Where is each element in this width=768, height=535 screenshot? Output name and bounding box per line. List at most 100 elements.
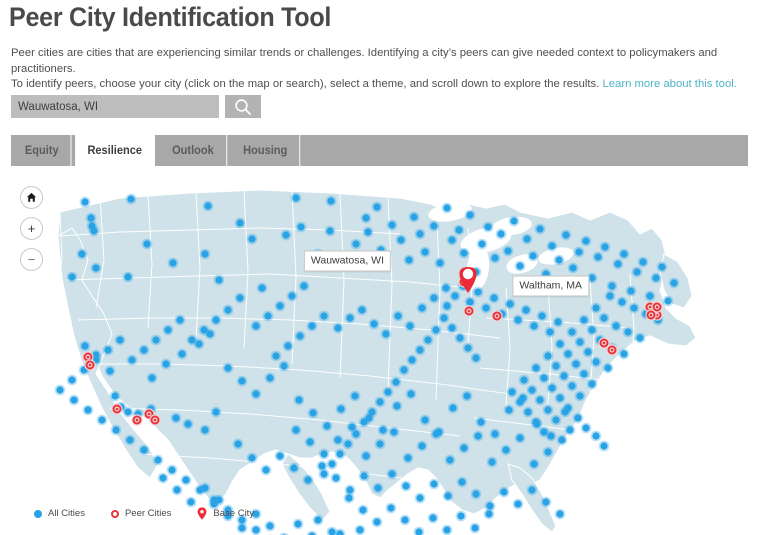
- city-dot[interactable]: [458, 478, 466, 486]
- city-dot[interactable]: [552, 362, 560, 370]
- city-dot[interactable]: [359, 506, 367, 514]
- city-dot[interactable]: [443, 526, 451, 534]
- city-dot[interactable]: [172, 414, 180, 422]
- city-dot[interactable]: [574, 414, 582, 422]
- city-dot[interactable]: [646, 292, 654, 300]
- city-dot[interactable]: [262, 466, 270, 474]
- city-dot[interactable]: [601, 243, 609, 251]
- city-dot[interactable]: [592, 358, 600, 366]
- city-dot[interactable]: [336, 450, 344, 458]
- city-dot[interactable]: [276, 452, 284, 460]
- city-dot[interactable]: [178, 350, 186, 358]
- city-dot[interactable]: [580, 370, 588, 378]
- city-dot[interactable]: [456, 334, 464, 342]
- city-dot[interactable]: [320, 450, 328, 458]
- city-dot[interactable]: [373, 203, 381, 211]
- city-dot[interactable]: [514, 316, 522, 324]
- city-dot[interactable]: [430, 222, 438, 230]
- city-dot[interactable]: [300, 282, 308, 290]
- city-dot[interactable]: [544, 352, 552, 360]
- city-dot[interactable]: [424, 336, 432, 344]
- city-dot[interactable]: [485, 510, 493, 518]
- city-dot[interactable]: [334, 436, 342, 444]
- city-dot[interactable]: [418, 304, 426, 312]
- city-dot[interactable]: [658, 263, 666, 271]
- city-dot[interactable]: [362, 214, 370, 222]
- city-dot[interactable]: [544, 406, 552, 414]
- city-dot[interactable]: [408, 356, 416, 364]
- city-dot[interactable]: [87, 214, 95, 222]
- city-dot[interactable]: [530, 460, 538, 468]
- city-dot[interactable]: [592, 432, 600, 440]
- city-dot[interactable]: [124, 273, 132, 281]
- city-dot[interactable]: [56, 386, 64, 394]
- city-dot[interactable]: [474, 288, 482, 296]
- city-dot[interactable]: [401, 516, 409, 524]
- city-dot[interactable]: [410, 213, 418, 221]
- city-dot[interactable]: [404, 454, 412, 462]
- city-dot[interactable]: [370, 320, 378, 328]
- city-dot[interactable]: [572, 360, 580, 368]
- city-dot[interactable]: [639, 258, 647, 266]
- city-dot[interactable]: [78, 250, 86, 258]
- city-dot[interactable]: [92, 264, 100, 272]
- city-dot[interactable]: [393, 402, 401, 410]
- us-map[interactable]: + − Wauwatosa, WI Waltham, MA All Cities…: [0, 168, 768, 535]
- city-dot[interactable]: [491, 254, 499, 262]
- city-dot[interactable]: [362, 452, 370, 460]
- city-dot[interactable]: [505, 406, 513, 414]
- city-dot[interactable]: [588, 274, 596, 282]
- city-dot[interactable]: [524, 408, 532, 416]
- city-dot[interactable]: [484, 223, 492, 231]
- tab-equity[interactable]: Equity: [12, 135, 72, 166]
- city-dot[interactable]: [236, 219, 244, 227]
- city-dot[interactable]: [124, 408, 132, 416]
- city-dot[interactable]: [81, 342, 89, 350]
- city-dot[interactable]: [606, 292, 614, 300]
- city-dot[interactable]: [528, 386, 536, 394]
- city-dot[interactable]: [514, 500, 522, 508]
- city-dot[interactable]: [234, 440, 242, 448]
- city-dot[interactable]: [592, 304, 600, 312]
- city-dot[interactable]: [176, 316, 184, 324]
- city-dot[interactable]: [466, 298, 474, 306]
- city-dot[interactable]: [506, 300, 514, 308]
- city-dot[interactable]: [440, 314, 448, 322]
- city-dot[interactable]: [392, 378, 400, 386]
- city-dot[interactable]: [276, 302, 284, 310]
- city-dot[interactable]: [477, 418, 485, 426]
- city-dot[interactable]: [382, 330, 390, 338]
- city-dot[interactable]: [390, 428, 398, 436]
- city-dot[interactable]: [670, 279, 678, 287]
- map-canvas[interactable]: [0, 168, 768, 535]
- city-dot[interactable]: [295, 396, 303, 404]
- city-dot[interactable]: [328, 460, 336, 468]
- city-dot[interactable]: [421, 416, 429, 424]
- city-dot[interactable]: [416, 346, 424, 354]
- city-dot[interactable]: [374, 484, 382, 492]
- city-dot[interactable]: [352, 430, 360, 438]
- city-dot[interactable]: [569, 264, 577, 272]
- city-dot[interactable]: [538, 312, 546, 320]
- city-dot[interactable]: [314, 516, 322, 524]
- city-dot[interactable]: [384, 388, 392, 396]
- city-dot[interactable]: [266, 374, 274, 382]
- city-dot[interactable]: [337, 405, 345, 413]
- city-dot[interactable]: [520, 376, 528, 384]
- city-dot[interactable]: [248, 235, 256, 243]
- city-dot[interactable]: [358, 306, 366, 314]
- city-dot[interactable]: [376, 440, 384, 448]
- city-dot[interactable]: [442, 284, 450, 292]
- city-dot[interactable]: [387, 504, 395, 512]
- city-dot[interactable]: [536, 396, 544, 404]
- city-dot[interactable]: [460, 249, 468, 257]
- city-dot[interactable]: [140, 446, 148, 454]
- city-dot[interactable]: [306, 438, 314, 446]
- city-dot[interactable]: [463, 392, 471, 400]
- city-dot[interactable]: [516, 262, 524, 270]
- city-dot[interactable]: [548, 384, 556, 392]
- city-dot[interactable]: [562, 231, 570, 239]
- city-dot[interactable]: [159, 474, 167, 482]
- city-dot[interactable]: [212, 408, 220, 416]
- city-dot[interactable]: [460, 444, 468, 452]
